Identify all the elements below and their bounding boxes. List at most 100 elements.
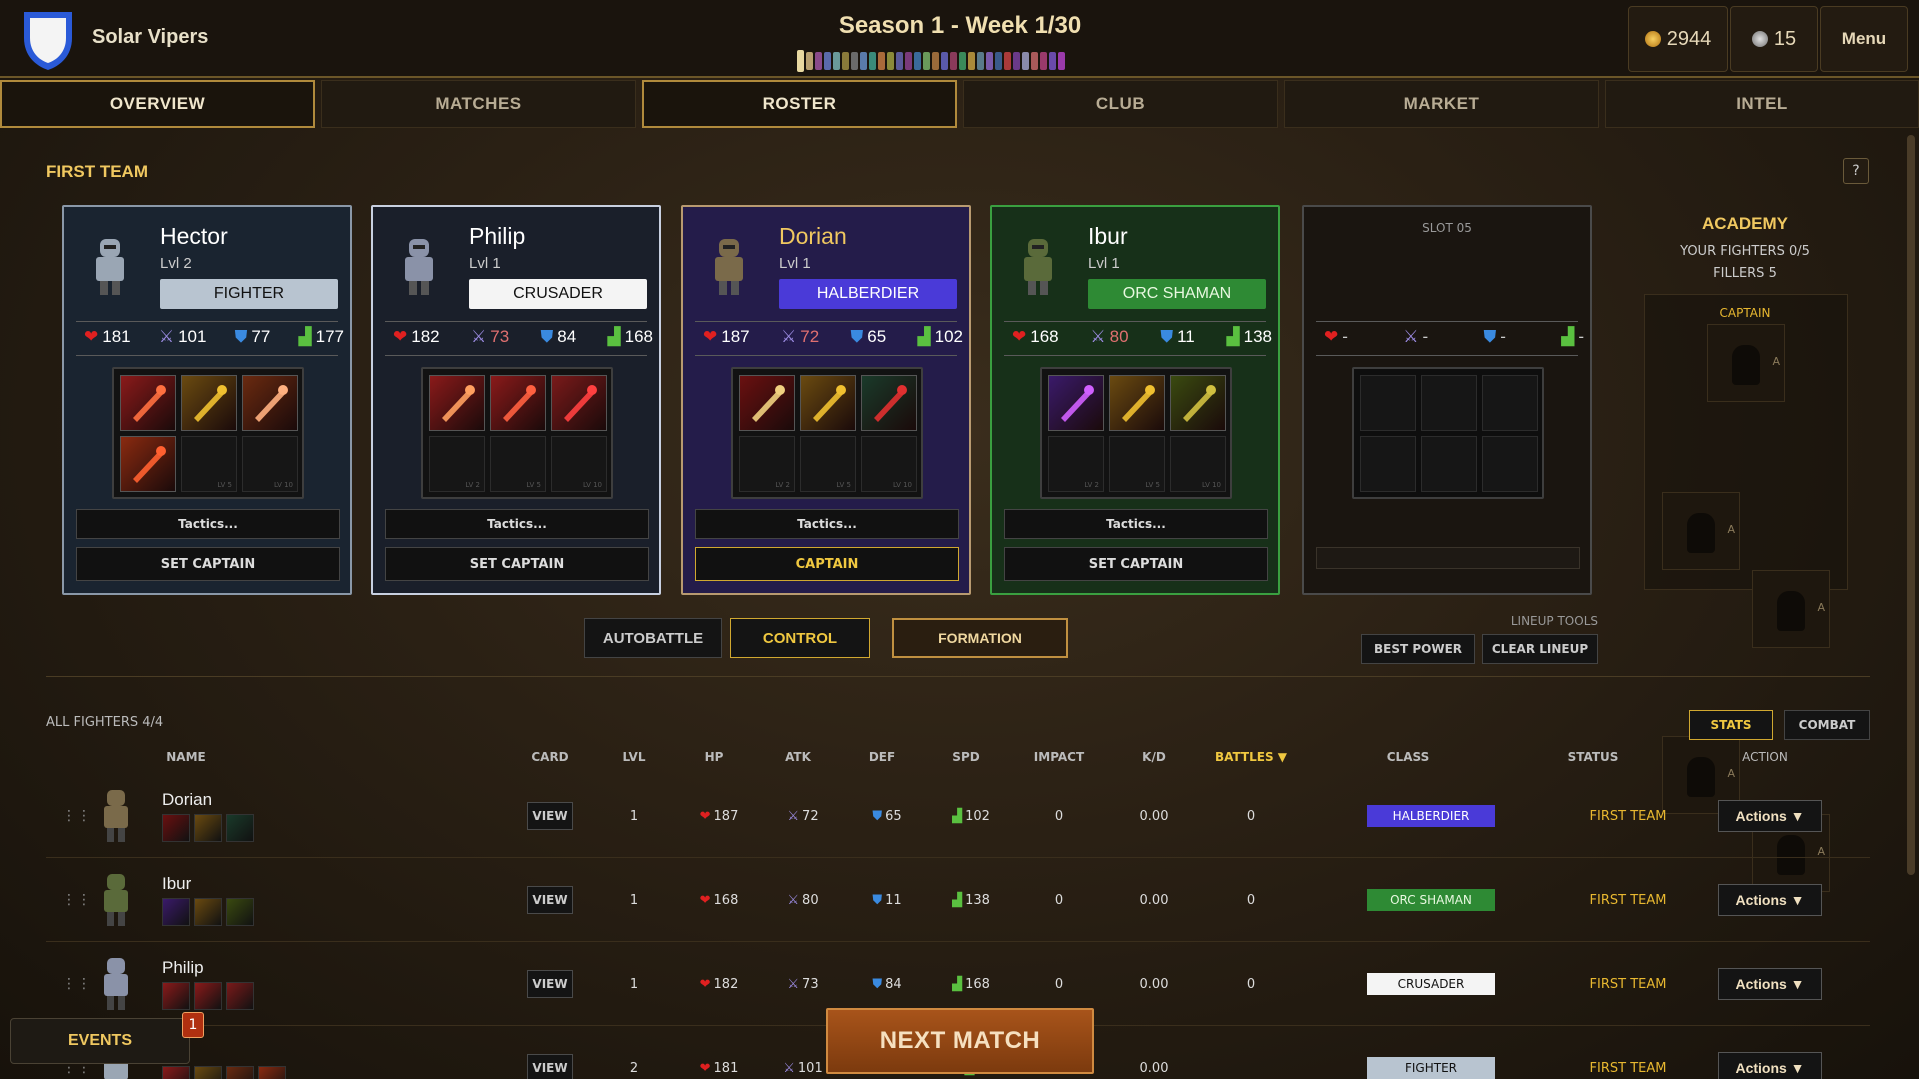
set-captain-button[interactable]: SET CAPTAIN	[76, 547, 340, 581]
skill-icon[interactable]	[1170, 375, 1226, 431]
week-segment	[1004, 52, 1011, 70]
view-card-button[interactable]: VIEW	[527, 970, 573, 998]
tab-overview[interactable]: OVERVIEW	[0, 80, 315, 128]
skill-glyph-icon	[874, 385, 907, 422]
actions-dropdown[interactable]: Actions ▼	[1718, 884, 1822, 916]
skill-glyph-icon	[813, 385, 846, 422]
col-def[interactable]: DEF	[852, 750, 912, 764]
impact-cell: 0	[1054, 892, 1064, 908]
view-card-button[interactable]: VIEW	[527, 886, 573, 914]
skill-icon[interactable]	[739, 375, 795, 431]
drag-handle-icon[interactable]: ⋮⋮	[62, 808, 92, 824]
empty-fighter-slot[interactable]: SLOT 05 ❤ - ⚔ - ⛊ - ▟ -	[1302, 205, 1592, 595]
academy-slot[interactable]: A	[1662, 492, 1740, 570]
combat-view-button[interactable]: COMBAT	[1784, 710, 1870, 740]
events-button[interactable]: EVENTS	[10, 1018, 190, 1064]
tab-roster[interactable]: ROSTER	[642, 80, 957, 128]
actions-dropdown[interactable]: Actions ▼	[1718, 800, 1822, 832]
col-status[interactable]: STATUS	[1558, 750, 1628, 764]
mini-skill-icon	[226, 982, 254, 1010]
stats-view-button[interactable]: STATS	[1689, 710, 1773, 740]
actions-dropdown[interactable]: Actions ▼	[1718, 968, 1822, 1000]
lvl-cell: 1	[629, 892, 639, 908]
col-card[interactable]: CARD	[520, 750, 580, 764]
academy-slot[interactable]: A	[1752, 570, 1830, 648]
academy-captain-label: CAPTAIN	[1719, 306, 1771, 320]
skill-icon[interactable]	[242, 375, 298, 431]
formation-button[interactable]: FORMATION	[892, 618, 1068, 658]
tab-club[interactable]: CLUB	[963, 80, 1278, 128]
fighter-card-philip[interactable]: Philip Lvl 1 CRUSADER ❤ 182 ⚔ 73 ⛊ 84 ▟ 168 LV …	[371, 205, 661, 595]
drag-handle-icon[interactable]: ⋮⋮	[62, 892, 92, 908]
clear-lineup-button[interactable]: CLEAR LINEUP	[1482, 634, 1598, 664]
spd-value: 102	[934, 327, 963, 346]
col-lvl[interactable]: LVL	[604, 750, 664, 764]
hp-stat: ❤ 187	[703, 327, 750, 347]
next-match-button[interactable]: NEXT MATCH	[826, 1008, 1094, 1074]
skill-icon[interactable]	[120, 436, 176, 492]
col-impact[interactable]: IMPACT	[1024, 750, 1094, 764]
set-captain-button[interactable]: SET CAPTAIN	[385, 547, 649, 581]
autobattle-button[interactable]: AUTOBATTLE	[584, 618, 722, 658]
skill-icon[interactable]	[181, 375, 237, 431]
fighter-card-hector[interactable]: Hector Lvl 2 FIGHTER ❤ 181 ⚔ 101 ⛊ 77 ▟ 177 LV …	[62, 205, 352, 595]
actions-dropdown[interactable]: Actions ▼	[1718, 1052, 1822, 1079]
tactics-button[interactable]: Tactics...	[76, 509, 340, 539]
academy-captain-slot[interactable]: A	[1707, 324, 1785, 402]
mini-skill-icon	[162, 898, 190, 926]
locked-skill-slot: LV 10	[242, 436, 298, 492]
def-value: -	[1500, 327, 1506, 346]
skill-icon[interactable]	[800, 375, 856, 431]
view-card-button[interactable]: VIEW	[527, 802, 573, 830]
hp-stat: ❤ 168	[1012, 327, 1059, 347]
skill-icon[interactable]	[429, 375, 485, 431]
skill-icon[interactable]	[1048, 375, 1104, 431]
table-row[interactable]: ⋮⋮ Dorian VIEW 1 ❤ 187 ⚔ 72 ⛊ 65 ▟ 102 0 0.0…	[46, 774, 1870, 858]
slot-letter: A	[1727, 523, 1735, 536]
fighter-card-ibur[interactable]: Ibur Lvl 1 ORC SHAMAN ❤ 168 ⚔ 80 ⛊ 11 ▟ 138 LV …	[990, 205, 1280, 595]
kd-cell: 0.00	[1139, 1060, 1169, 1076]
spd-cell: ▟ 102	[936, 774, 1006, 858]
col-hp[interactable]: HP	[684, 750, 744, 764]
menu-button[interactable]: Menu	[1820, 6, 1908, 72]
tactics-button[interactable]: Tactics...	[385, 509, 649, 539]
table-row[interactable]: ⋮⋮ Ibur VIEW 1 ❤ 168 ⚔ 80 ⛊ 11 ▟ 138 0 0.00 …	[46, 858, 1870, 942]
week-segment	[977, 52, 984, 70]
drag-handle-icon[interactable]: ⋮⋮	[62, 976, 92, 992]
tab-market[interactable]: MARKET	[1284, 80, 1599, 128]
col-kd[interactable]: K/D	[1124, 750, 1184, 764]
def-value: 11	[1177, 327, 1195, 346]
hp-cell: ❤ 182	[684, 942, 754, 1026]
view-card-button[interactable]: VIEW	[527, 1054, 573, 1079]
skill-icon[interactable]	[551, 375, 607, 431]
skill-icon[interactable]	[120, 375, 176, 431]
best-power-button[interactable]: BEST POWER	[1361, 634, 1475, 664]
col-name[interactable]: NAME	[156, 750, 216, 764]
tab-intel[interactable]: INTEL	[1605, 80, 1919, 128]
skill-icon[interactable]	[1109, 375, 1165, 431]
tab-matches[interactable]: MATCHES	[321, 80, 636, 128]
def-value: 11	[885, 892, 902, 908]
heart-icon: ❤	[699, 976, 711, 992]
scrollbar-thumb[interactable]	[1907, 135, 1915, 875]
col-battles[interactable]: BATTLES ▼	[1206, 750, 1296, 764]
divider	[1004, 321, 1266, 322]
col-spd[interactable]: SPD	[936, 750, 996, 764]
tactics-button[interactable]: Tactics...	[695, 509, 959, 539]
team-crest-icon[interactable]	[20, 8, 76, 72]
fighter-card-dorian[interactable]: Dorian Lvl 1 HALBERDIER ❤ 187 ⚔ 72 ⛊ 65 ▟ 102 L…	[681, 205, 971, 595]
col-atk[interactable]: ATK	[768, 750, 828, 764]
col-class[interactable]: CLASS	[1378, 750, 1438, 764]
week-segment	[833, 52, 840, 70]
mini-skill-icon	[226, 1066, 254, 1079]
control-button[interactable]: CONTROL	[730, 618, 870, 658]
silhouette-icon	[1687, 513, 1715, 553]
captain-badge[interactable]: CAPTAIN	[695, 547, 959, 581]
help-button[interactable]: ?	[1843, 158, 1869, 184]
set-captain-button[interactable]: SET CAPTAIN	[1004, 547, 1268, 581]
tactics-button[interactable]: Tactics...	[1004, 509, 1268, 539]
skill-icon[interactable]	[490, 375, 546, 431]
skill-icon[interactable]	[861, 375, 917, 431]
skill-slot	[1482, 436, 1538, 492]
locked-skill-slot: LV 10	[1170, 436, 1226, 492]
